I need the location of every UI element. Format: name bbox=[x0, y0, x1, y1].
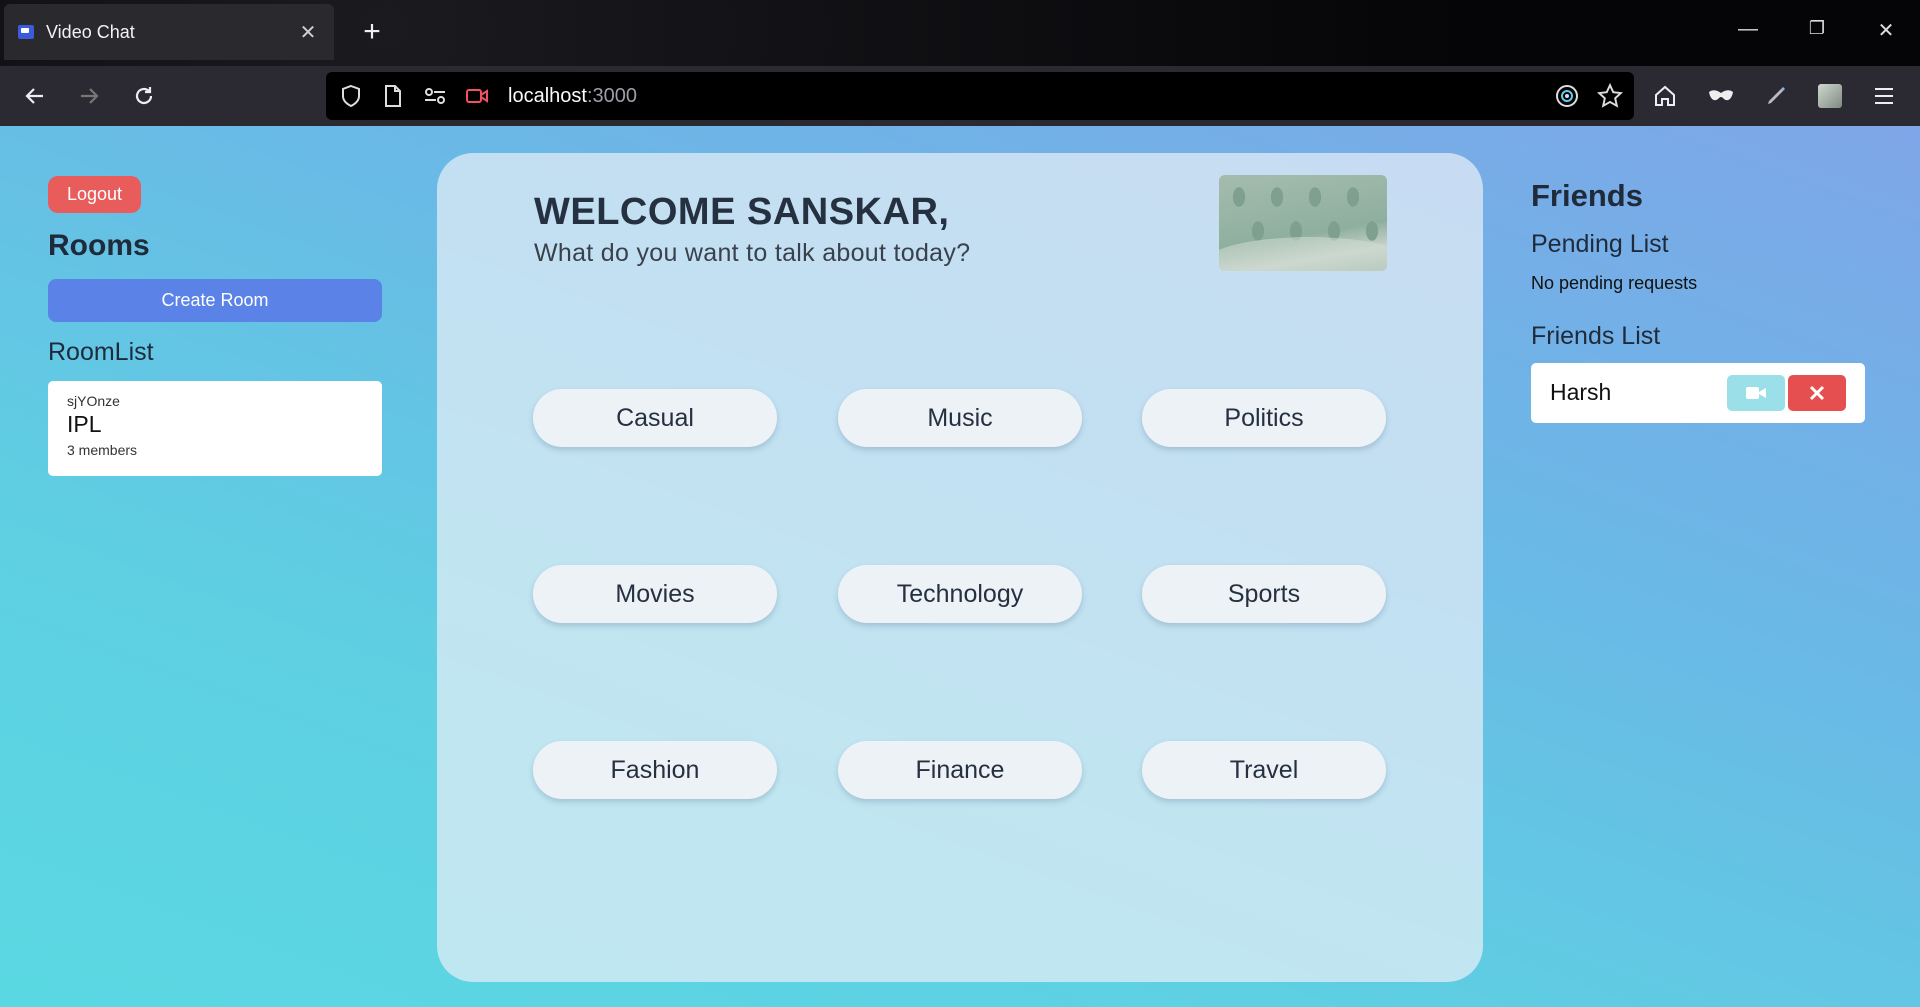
browser-tab-strip: Video Chat ✕ + — ❐ ✕ bbox=[0, 0, 1920, 66]
page-info-icon[interactable] bbox=[378, 81, 408, 111]
address-bar[interactable]: localhost:3000 bbox=[326, 72, 1634, 120]
welcome-heading: WELCOME SANSKAR, bbox=[534, 191, 950, 233]
app-page: Logout Rooms Create Room RoomList sjYOnz… bbox=[0, 126, 1920, 1007]
home-button[interactable] bbox=[1647, 78, 1683, 114]
forward-arrow-icon bbox=[81, 88, 99, 104]
tab-close-icon[interactable]: ✕ bbox=[296, 20, 320, 45]
shield-icon[interactable] bbox=[336, 81, 366, 111]
camera-in-use-icon[interactable] bbox=[462, 81, 492, 111]
room-id: sjYOnze bbox=[67, 393, 120, 409]
restore-window-button[interactable]: ❐ bbox=[1797, 18, 1837, 39]
topic-panel: WELCOME SANSKAR, What do you want to tal… bbox=[437, 153, 1483, 982]
pen-icon bbox=[1768, 87, 1785, 104]
reload-icon bbox=[135, 87, 153, 105]
close-window-button[interactable]: ✕ bbox=[1866, 18, 1906, 43]
user-camera-preview bbox=[1219, 175, 1387, 271]
topic-button-fashion[interactable]: Fashion bbox=[533, 741, 777, 799]
friend-card: Harsh bbox=[1531, 363, 1865, 423]
topic-button-music[interactable]: Music bbox=[838, 389, 1082, 447]
browser-toolbar: localhost:3000 bbox=[0, 66, 1920, 126]
topic-button-technology[interactable]: Technology bbox=[838, 565, 1082, 623]
welcome-subtitle: What do you want to talk about today? bbox=[534, 239, 971, 267]
topic-button-travel[interactable]: Travel bbox=[1142, 741, 1386, 799]
profile-avatar-icon bbox=[1818, 84, 1842, 108]
rooms-sidebar: Logout Rooms Create Room RoomList sjYOnz… bbox=[48, 176, 382, 476]
home-icon bbox=[1655, 85, 1675, 106]
extension-button[interactable] bbox=[1758, 78, 1794, 114]
topic-button-casual[interactable]: Casual bbox=[533, 389, 777, 447]
url-text: localhost:3000 bbox=[508, 84, 637, 107]
minimize-window-button[interactable]: — bbox=[1728, 18, 1768, 41]
reload-button[interactable] bbox=[126, 78, 162, 114]
friend-name: Harsh bbox=[1550, 379, 1612, 405]
roomlist-heading: RoomList bbox=[48, 338, 154, 366]
mask-icon bbox=[1709, 90, 1733, 101]
pending-list-heading: Pending List bbox=[1531, 230, 1669, 258]
close-icon bbox=[1809, 385, 1825, 401]
remove-friend-button[interactable] bbox=[1788, 375, 1846, 411]
profile-button[interactable] bbox=[1812, 78, 1848, 114]
room-name: IPL bbox=[67, 411, 102, 437]
friends-list-heading: Friends List bbox=[1531, 322, 1661, 350]
back-button[interactable] bbox=[17, 78, 53, 114]
hamburger-menu-icon bbox=[1875, 88, 1893, 104]
topic-button-sports[interactable]: Sports bbox=[1142, 565, 1386, 623]
back-arrow-icon bbox=[25, 88, 43, 104]
topic-button-movies[interactable]: Movies bbox=[533, 565, 777, 623]
room-member-count: 3 members bbox=[67, 442, 138, 458]
browser-tab[interactable]: Video Chat ✕ bbox=[4, 4, 334, 60]
topic-button-finance[interactable]: Finance bbox=[838, 741, 1082, 799]
logout-button[interactable]: Logout bbox=[48, 176, 142, 213]
forward-button[interactable] bbox=[71, 78, 107, 114]
friends-sidebar: Friends Pending List No pending requests… bbox=[1531, 176, 1865, 423]
pending-empty-text: No pending requests bbox=[1531, 273, 1698, 293]
menu-button[interactable] bbox=[1866, 78, 1902, 114]
room-card[interactable]: sjYOnze IPL 3 members bbox=[48, 381, 382, 476]
video-call-friend-button[interactable] bbox=[1727, 375, 1785, 411]
friends-heading: Friends bbox=[1531, 178, 1643, 213]
create-room-button[interactable]: Create Room bbox=[48, 279, 382, 322]
topic-button-politics[interactable]: Politics bbox=[1142, 389, 1386, 447]
video-chat-favicon-icon bbox=[18, 25, 34, 39]
new-tab-button[interactable]: + bbox=[354, 14, 390, 50]
tracking-icon[interactable] bbox=[1552, 81, 1582, 111]
private-mask-button[interactable] bbox=[1703, 78, 1739, 114]
video-camera-icon bbox=[1746, 387, 1766, 399]
permissions-icon[interactable] bbox=[420, 81, 450, 111]
tab-title: Video Chat bbox=[46, 21, 135, 42]
bookmark-star-icon[interactable] bbox=[1595, 81, 1625, 111]
rooms-heading: Rooms bbox=[48, 229, 150, 262]
